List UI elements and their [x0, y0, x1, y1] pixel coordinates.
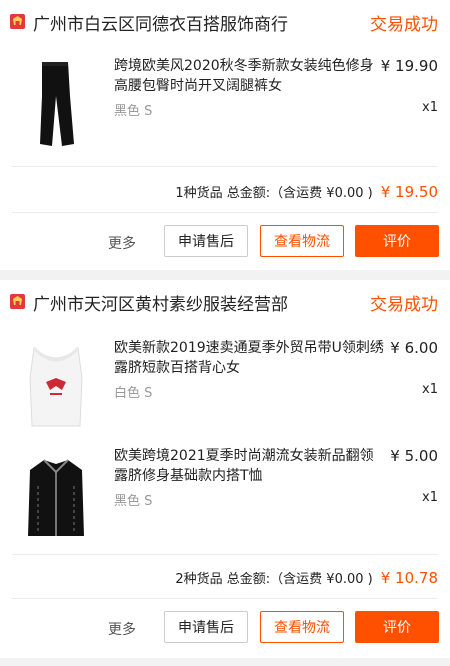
- product-title[interactable]: 欧美新款2019速卖通夏季外贸吊带U领刺绣露脐短款百搭背心女: [114, 338, 384, 378]
- shop-name[interactable]: 广州市天河区黄村素纱服装经营部: [33, 290, 288, 315]
- order-item[interactable]: 跨境欧美风2020秋冬季新款女装纯色修身高腰包臀时尚开叉阔腿裤女 ¥ 19.90…: [0, 56, 450, 166]
- order-status: 交易成功: [370, 295, 438, 315]
- order-summary: 1种货品 总金额:（含运费 ¥0.00 ) ¥ 19.50: [175, 182, 438, 201]
- divider: [12, 598, 438, 599]
- summary-text: 2种货品 总金额:（含运费 ¥0.00 ): [175, 572, 373, 587]
- shop-icon: [10, 14, 25, 29]
- divider: [12, 212, 438, 213]
- order-actions: 更多 申请售后 查看物流 评价: [0, 611, 450, 645]
- order-summary: 2种货品 总金额:（含运费 ¥0.00 ) ¥ 10.78: [175, 568, 438, 587]
- apply-after-sales-button[interactable]: 申请售后: [164, 611, 248, 643]
- product-variant: 黑色 S: [114, 494, 153, 509]
- page-bottom-spacer: [0, 658, 450, 666]
- order-header[interactable]: 广州市天河区黄村素纱服装经营部 交易成功: [0, 280, 450, 324]
- product-variant: 白色 S: [114, 386, 153, 401]
- apply-after-sales-button[interactable]: 申请售后: [164, 225, 248, 257]
- order-actions: 更多 申请售后 查看物流 评价: [0, 225, 450, 259]
- summary-text: 1种货品 总金额:（含运费 ¥0.00 ): [175, 186, 373, 201]
- shop-icon: [10, 294, 25, 309]
- order-item[interactable]: 欧美跨境2021夏季时尚潮流女装新品翻领露脐修身基础款内搭T恤 ¥ 5.00 黑…: [0, 446, 450, 556]
- order-card: 广州市天河区黄村素纱服装经营部 交易成功 欧美新款2019速卖通夏季外贸吊带U领…: [0, 280, 450, 658]
- review-button[interactable]: 评价: [355, 611, 439, 643]
- product-quantity: x1: [422, 100, 438, 115]
- product-quantity: x1: [422, 490, 438, 505]
- more-button[interactable]: 更多: [108, 619, 136, 639]
- more-button[interactable]: 更多: [108, 233, 136, 253]
- order-header[interactable]: 广州市白云区同德衣百搭服饰商行 交易成功: [0, 0, 450, 44]
- product-thumbnail[interactable]: [12, 56, 100, 156]
- product-title[interactable]: 欧美跨境2021夏季时尚潮流女装新品翻领露脐修身基础款内搭T恤: [114, 446, 384, 486]
- black-zip-crop-top-icon: [12, 446, 100, 546]
- product-quantity: x1: [422, 382, 438, 397]
- product-thumbnail[interactable]: [12, 446, 100, 546]
- product-price: ¥ 19.90: [380, 57, 438, 75]
- review-button[interactable]: 评价: [355, 225, 439, 257]
- product-title[interactable]: 跨境欧美风2020秋冬季新款女装纯色修身高腰包臀时尚开叉阔腿裤女: [114, 56, 384, 96]
- shop-name[interactable]: 广州市白云区同德衣百搭服饰商行: [33, 10, 288, 35]
- order-item[interactable]: 欧美新款2019速卖通夏季外贸吊带U领刺绣露脐短款百搭背心女 ¥ 6.00 白色…: [0, 338, 450, 448]
- black-flare-pants-icon: [12, 56, 100, 156]
- order-status: 交易成功: [370, 15, 438, 35]
- divider: [12, 554, 438, 555]
- product-price: ¥ 6.00: [390, 339, 438, 357]
- divider: [12, 166, 438, 167]
- order-separator: [0, 270, 450, 280]
- order-total: ¥ 10.78: [380, 569, 438, 587]
- product-variant: 黑色 S: [114, 104, 153, 119]
- view-logistics-button[interactable]: 查看物流: [260, 611, 344, 643]
- product-price: ¥ 5.00: [390, 447, 438, 465]
- white-crop-tank-icon: [12, 338, 100, 438]
- order-total: ¥ 19.50: [380, 183, 438, 201]
- product-thumbnail[interactable]: [12, 338, 100, 438]
- order-card: 广州市白云区同德衣百搭服饰商行 交易成功 跨境欧美风2020秋冬季新款女装纯色修…: [0, 0, 450, 270]
- view-logistics-button[interactable]: 查看物流: [260, 225, 344, 257]
